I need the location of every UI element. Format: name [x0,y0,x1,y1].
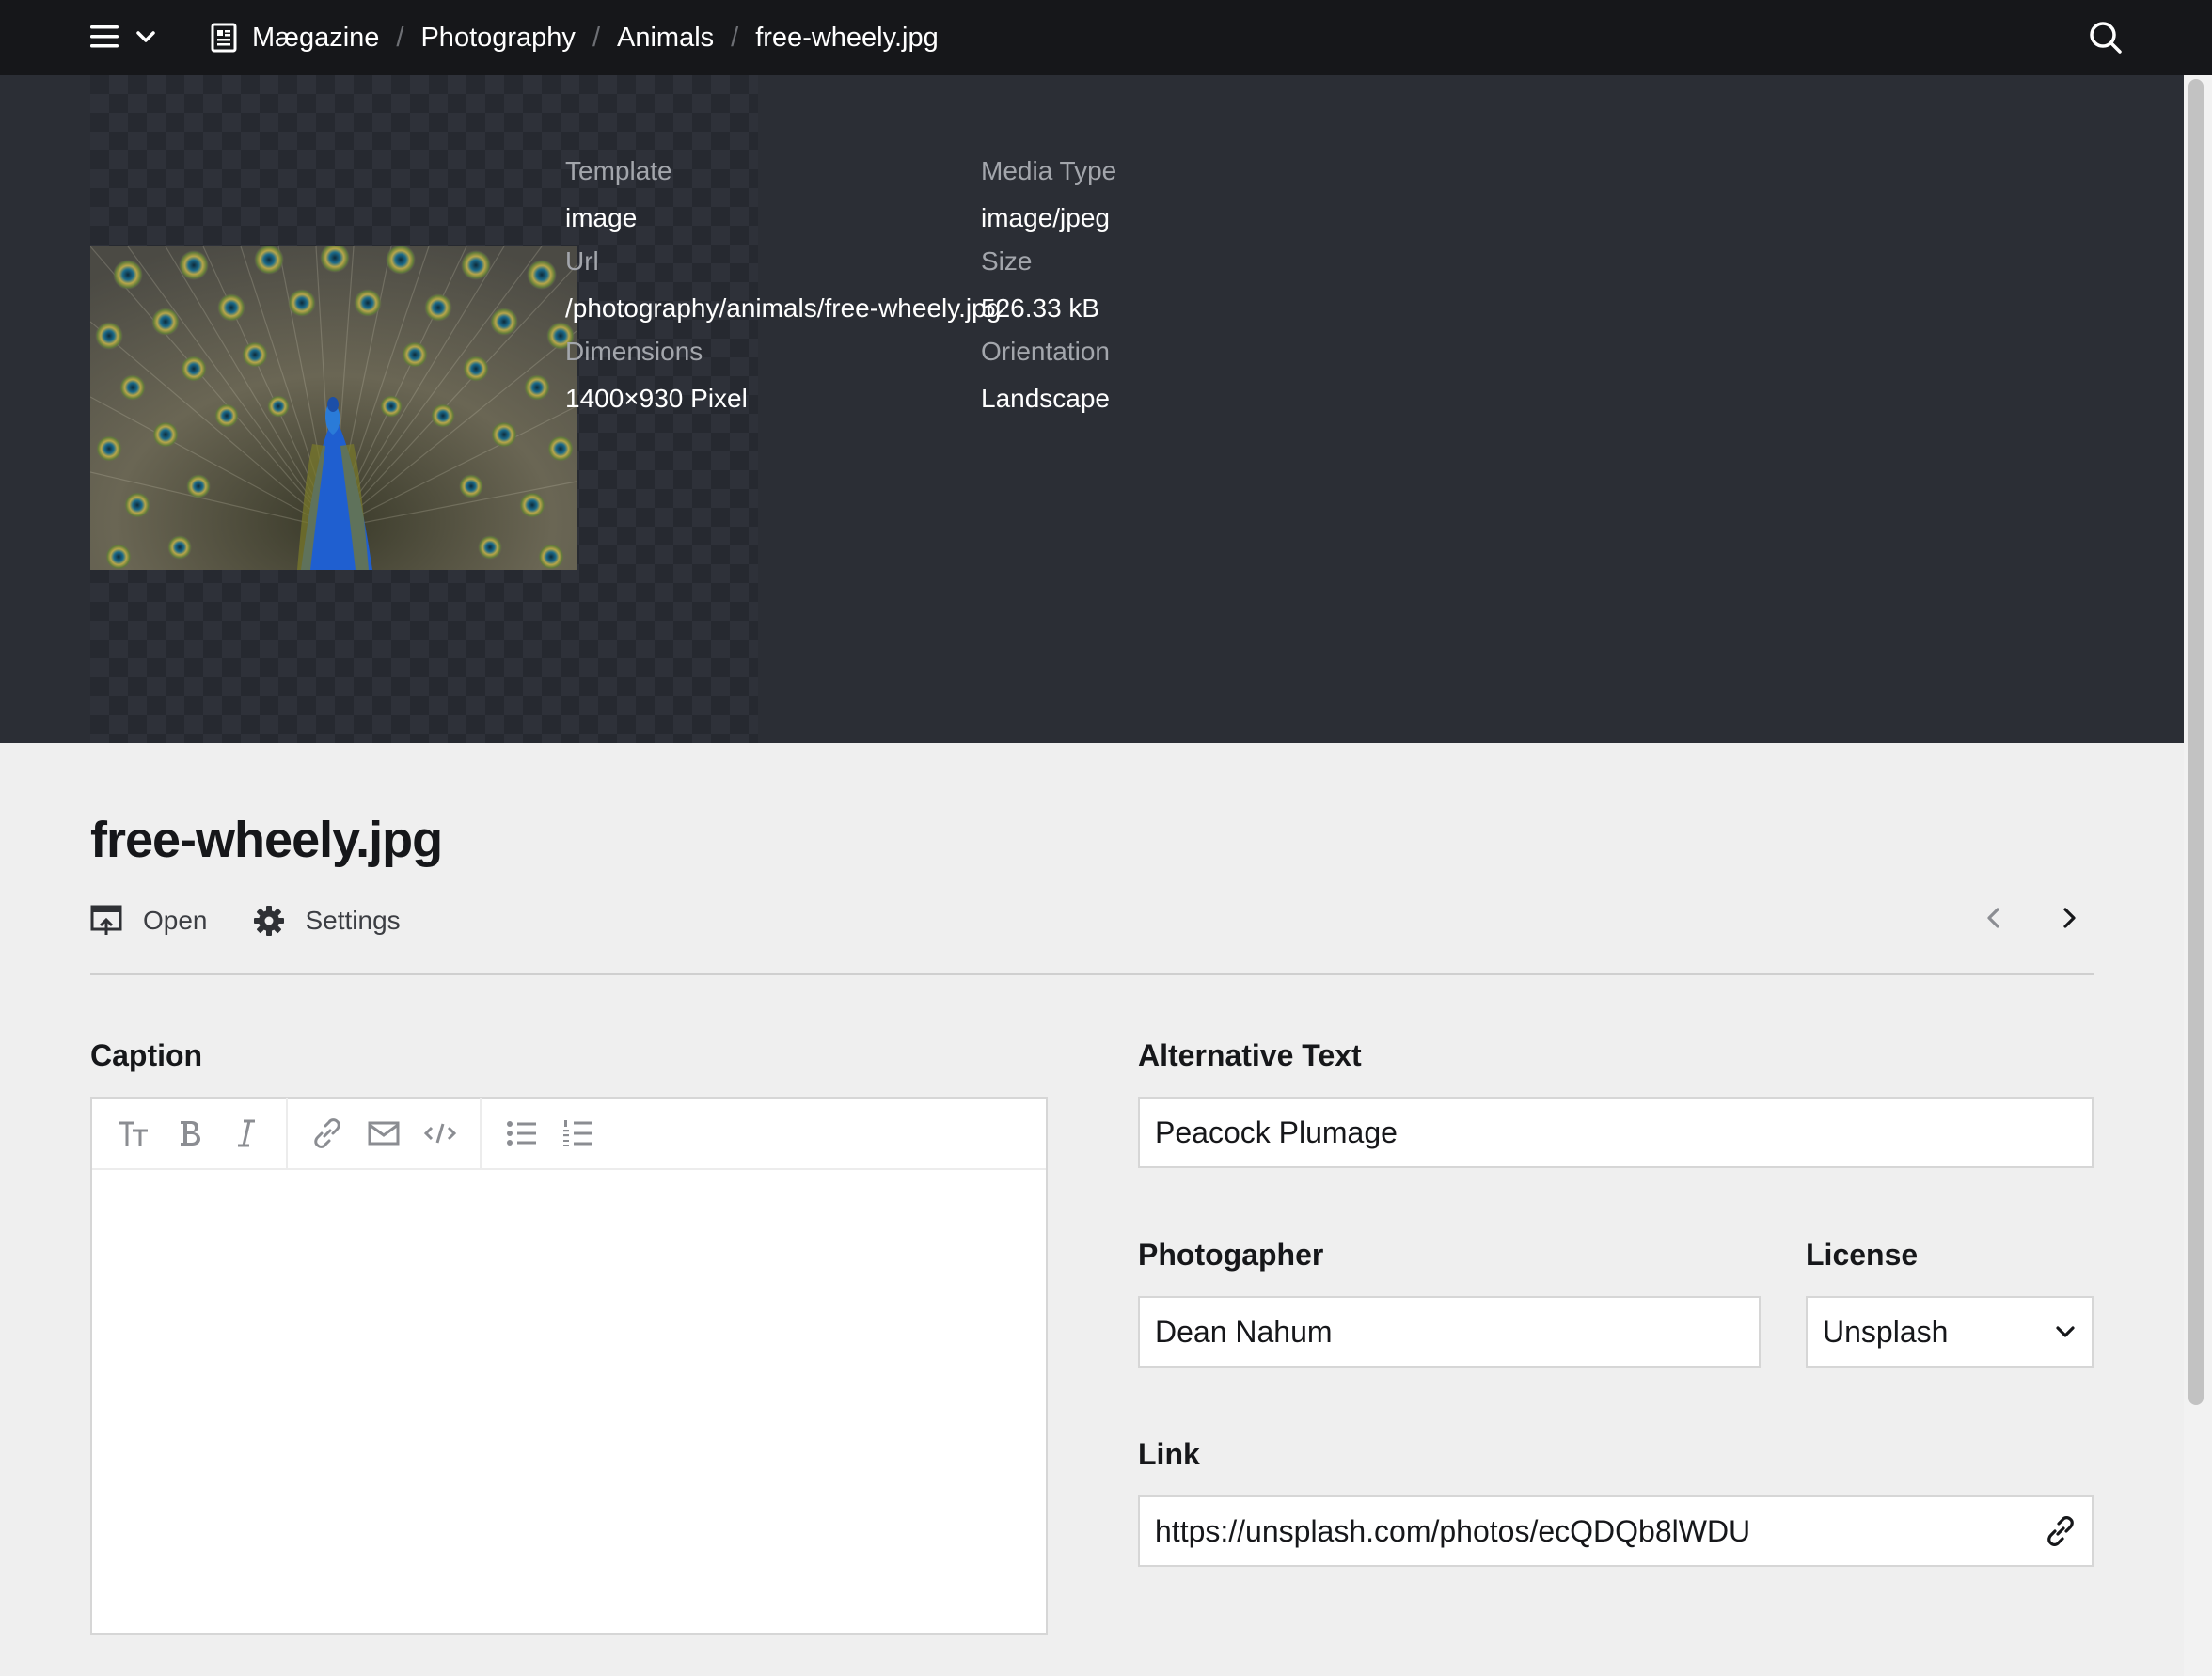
toolbar-group-insert [299,1098,482,1169]
caption-editor [90,1097,1048,1635]
editor-toolbar [92,1098,1046,1170]
license-dropdown-toggle[interactable] [2054,1320,2077,1343]
bullet-list-icon [507,1121,536,1146]
breadcrumb-item-site[interactable]: Mægazine [211,23,379,54]
meta-orientation: Orientation Landscape [981,337,1110,414]
code-button[interactable] [412,1105,468,1162]
meta-label: Size [981,246,1033,276]
breadcrumb-label: free-wheely.jpg [755,22,939,53]
page-icon [211,23,237,53]
link-icon [2047,1516,2074,1546]
numbered-list-button[interactable] [549,1105,606,1162]
hamburger-icon [90,25,118,48]
code-icon [423,1123,457,1144]
scrollbar-thumb[interactable] [2188,79,2204,1405]
alt-text-field[interactable]: Peacock Plumage [1138,1097,2094,1168]
breadcrumb-item-animals[interactable]: Animals [617,23,714,54]
meta-value: image [565,203,638,232]
caption-textarea[interactable] [92,1170,1046,1633]
breadcrumb-separator: / [731,22,739,53]
previous-file-button[interactable] [1981,905,2007,931]
open-link-button[interactable] [2045,1515,2077,1547]
bullet-list-button[interactable] [493,1105,549,1162]
breadcrumb-separator: / [396,22,404,53]
gear-icon [253,906,284,936]
chevron-down-icon [136,31,155,42]
email-icon [368,1121,400,1146]
breadcrumb-label: Animals [617,22,715,53]
page-title: free-wheely.jpg [90,812,443,868]
preview-image[interactable] [90,246,577,570]
toolbar-group-lists [493,1098,617,1169]
meta-label: Template [565,156,672,185]
open-icon [90,905,122,935]
file-pager [1981,905,2082,931]
link-label: Link [1138,1437,1200,1471]
bold-button[interactable] [162,1105,218,1162]
breadcrumb-label: Photography [420,22,576,53]
italic-button[interactable] [218,1105,275,1162]
photographer-label: Photogapher [1138,1238,1324,1272]
link-button[interactable] [299,1105,356,1162]
headings-button[interactable] [105,1105,162,1162]
breadcrumb-item-current[interactable]: free-wheely.jpg [755,23,939,54]
open-label: Open [143,906,208,935]
meta-value: 1400×930 Pixel [565,384,748,413]
toolbar-group-format [105,1098,288,1169]
meta-template: Template image [565,156,672,233]
settings-label: Settings [305,906,401,935]
alt-text-label: Alternative Text [1138,1038,1362,1072]
meta-value: image/jpeg [981,203,1110,232]
meta-value: 526.33 kB [981,293,1100,323]
meta-label: Orientation [981,337,1110,366]
meta-media-type: Media Type image/jpeg [981,156,1116,233]
alt-text-value: Peacock Plumage [1155,1115,1398,1149]
peacock-image [90,246,577,570]
italic-icon [238,1119,255,1147]
meta-label: Dimensions [565,337,703,366]
breadcrumb-separator: / [592,22,600,53]
main-menu-button[interactable] [88,21,156,53]
email-button[interactable] [356,1105,412,1162]
numbered-list-icon [563,1120,592,1146]
next-file-button[interactable] [2056,905,2082,931]
search-icon [2090,22,2122,54]
meta-size: Size 526.33 kB [981,246,1099,324]
bold-icon [181,1121,200,1146]
page-actions: Open Settings [90,905,401,937]
file-preview: Template image Media Type image/jpeg Url… [0,75,2184,743]
meta-label: Media Type [981,156,1117,185]
link-field[interactable]: https://unsplash.com/photos/ecQDQb8lWDU [1138,1495,2094,1567]
breadcrumb-label: Mægazine [252,22,380,53]
link-value: https://unsplash.com/photos/ecQDQb8lWDU [1155,1513,1751,1548]
search-button[interactable] [2088,20,2124,60]
open-button[interactable]: Open [90,905,208,937]
license-label: License [1806,1238,1919,1272]
breadcrumb-item-photography[interactable]: Photography [420,23,575,54]
header-divider [90,973,2094,975]
chevron-right-icon [2063,908,2076,928]
license-select[interactable]: Unsplash [1806,1296,2094,1368]
breadcrumb: Mægazine / Photography / Animals / free-… [211,0,939,75]
meta-value: Landscape [981,384,1111,413]
headings-icon [119,1121,148,1146]
meta-url: Url /photography/animals/free-wheely.jpg [565,246,1001,324]
chevron-left-icon [1987,908,1999,928]
settings-button[interactable]: Settings [253,905,401,937]
caption-label: Caption [90,1038,203,1072]
link-icon [314,1118,340,1148]
meta-dimensions: Dimensions 1400×930 Pixel [565,337,748,414]
meta-url-link[interactable]: /photography/animals/free-wheely.jpg [565,293,1001,324]
license-value: Unsplash [1823,1314,1949,1349]
photographer-value: Dean Nahum [1155,1314,1333,1349]
photographer-field[interactable]: Dean Nahum [1138,1296,1761,1368]
chevron-down-icon [2056,1326,2075,1337]
meta-label: Url [565,246,599,276]
top-bar: Mægazine / Photography / Animals / free-… [0,0,2212,75]
